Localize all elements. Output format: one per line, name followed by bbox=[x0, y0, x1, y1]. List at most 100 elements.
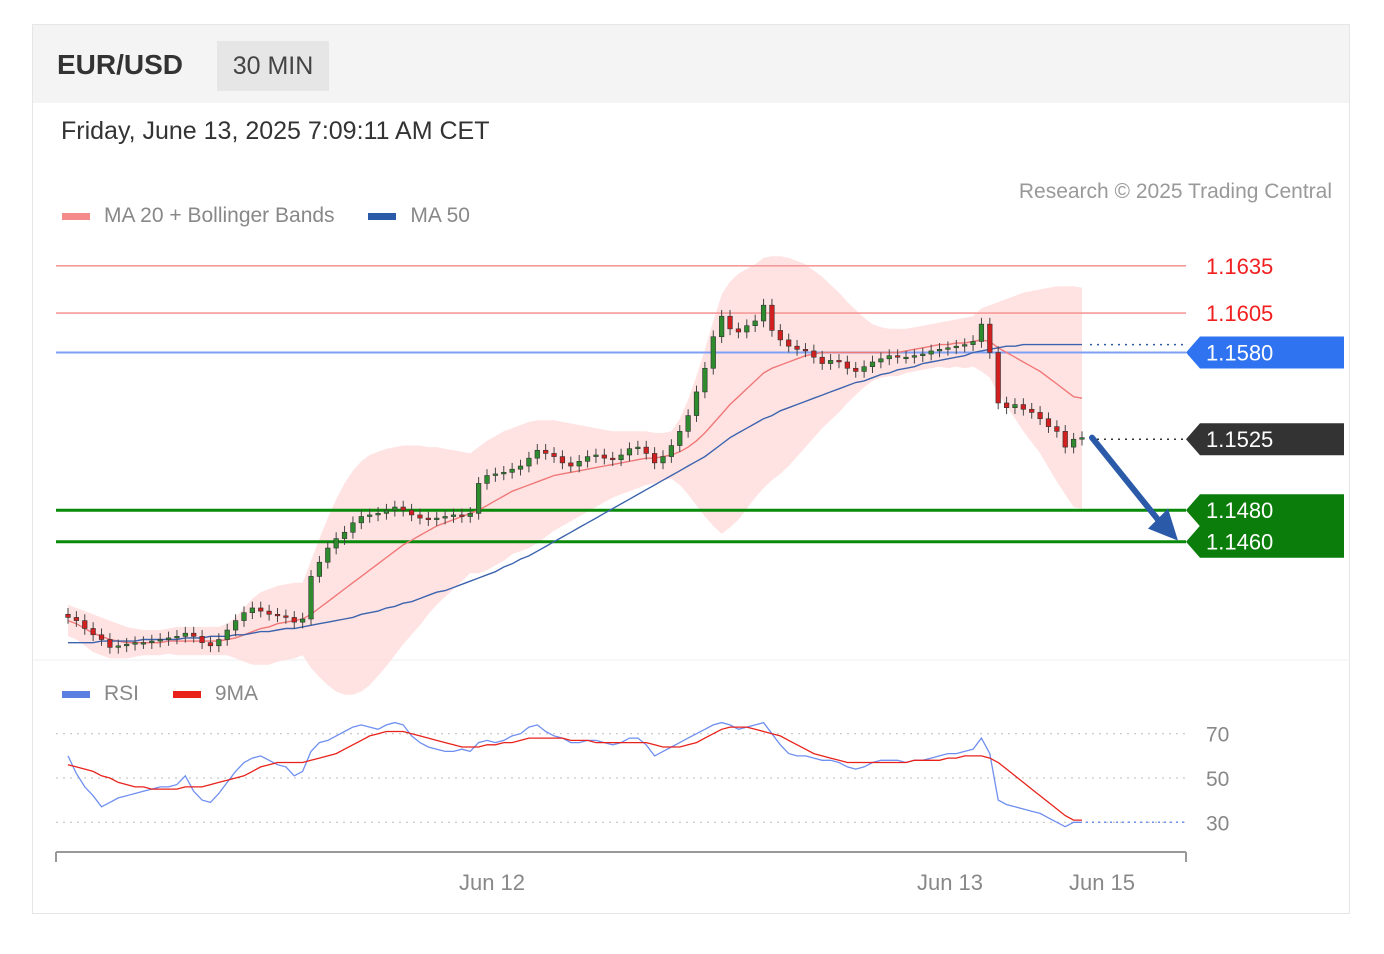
candle-body bbox=[534, 449, 540, 459]
candle-body bbox=[844, 361, 850, 369]
candle-body bbox=[1037, 412, 1043, 420]
candle-body bbox=[492, 473, 498, 476]
candle-body bbox=[266, 610, 272, 615]
candle-body bbox=[601, 454, 607, 459]
candle-body bbox=[375, 513, 381, 516]
candle-body bbox=[434, 517, 440, 520]
candle-body bbox=[442, 516, 448, 519]
rsi-tick-70: 70 bbox=[1206, 724, 1229, 747]
candle-body bbox=[124, 643, 130, 647]
candle-body bbox=[1020, 404, 1026, 410]
candle-body bbox=[610, 457, 616, 461]
candle-body bbox=[878, 358, 884, 363]
candle-body bbox=[693, 391, 700, 416]
candle-body bbox=[517, 465, 524, 470]
candle-body bbox=[752, 320, 758, 326]
candle-body bbox=[1071, 438, 1077, 448]
candle-body bbox=[358, 516, 364, 524]
candle-body bbox=[140, 642, 147, 645]
level-label-1-1460: 1.1460 bbox=[1206, 530, 1273, 555]
level-label-1-1605: 1.1605 bbox=[1206, 301, 1273, 326]
candle-body bbox=[861, 366, 867, 372]
candle-body bbox=[584, 456, 591, 462]
chart-svg: 1.1635 1.1605 1.1580 1.1525 1.1480 1.1460 70 5… bbox=[33, 254, 1350, 895]
candle-body bbox=[115, 645, 121, 648]
candle-body bbox=[367, 514, 373, 517]
candle-body bbox=[1012, 404, 1018, 408]
candle-body bbox=[962, 344, 968, 347]
candle-body bbox=[786, 339, 792, 347]
candle-body bbox=[576, 461, 582, 467]
candle-body bbox=[1062, 431, 1068, 448]
bollinger-band-area bbox=[68, 256, 1082, 695]
candle-body bbox=[300, 618, 306, 623]
candle-body bbox=[895, 355, 901, 358]
candle-body bbox=[325, 547, 331, 563]
candle-body bbox=[1029, 408, 1035, 413]
candle-body bbox=[660, 456, 666, 464]
candle-body bbox=[232, 620, 239, 631]
candle-body bbox=[216, 639, 222, 647]
candle-body bbox=[157, 639, 163, 642]
candle-body bbox=[450, 514, 457, 517]
candle-body bbox=[132, 642, 138, 645]
candle-body bbox=[207, 642, 214, 647]
candle-body bbox=[827, 360, 834, 364]
candle-body bbox=[1054, 426, 1060, 432]
time-label-jun-15: Jun 15 bbox=[1069, 870, 1135, 895]
candle-body bbox=[484, 475, 490, 484]
candle-body bbox=[635, 446, 641, 449]
candle-body bbox=[777, 330, 783, 341]
projection-arrow bbox=[1089, 434, 1178, 541]
candle-body bbox=[760, 304, 767, 322]
candle-body bbox=[65, 613, 71, 618]
candle-body bbox=[283, 615, 289, 618]
candle-body bbox=[149, 640, 155, 643]
candle-body bbox=[425, 517, 431, 520]
candle-body bbox=[853, 367, 859, 372]
candle-body bbox=[224, 629, 230, 640]
candle-body bbox=[869, 361, 876, 367]
candle-body bbox=[241, 612, 247, 621]
candle-body bbox=[559, 456, 566, 464]
candle-body bbox=[802, 349, 809, 352]
candle-body bbox=[392, 506, 398, 511]
candle-body bbox=[383, 509, 390, 514]
candle-body bbox=[459, 514, 465, 517]
candle-body bbox=[911, 355, 918, 358]
candle-body bbox=[316, 561, 323, 577]
candle-body bbox=[920, 353, 926, 356]
candle-body bbox=[291, 617, 297, 623]
candle-body bbox=[417, 514, 423, 519]
candle-body bbox=[1045, 418, 1052, 427]
candle-body bbox=[702, 367, 708, 393]
rsi-panel: 70 50 30 bbox=[56, 721, 1229, 835]
candle-body bbox=[1003, 402, 1010, 408]
candle-body bbox=[995, 352, 1001, 404]
candle-body bbox=[333, 538, 339, 549]
rsi-line bbox=[67, 721, 1082, 828]
candle-body bbox=[819, 356, 825, 364]
candle-body bbox=[945, 347, 951, 350]
level-label-1-1480: 1.1480 bbox=[1206, 498, 1273, 523]
candle-body bbox=[509, 468, 515, 473]
candle bbox=[710, 330, 716, 375]
candle-body bbox=[165, 637, 172, 640]
candle-body bbox=[903, 356, 909, 360]
candle-body bbox=[258, 607, 264, 612]
candle-body bbox=[90, 628, 96, 636]
level-label-1-1580: 1.1580 bbox=[1206, 341, 1273, 366]
rsi-tick-30: 30 bbox=[1206, 812, 1229, 835]
candle-body bbox=[643, 446, 649, 454]
candle-body bbox=[626, 448, 633, 456]
candle bbox=[987, 317, 993, 359]
candle-body bbox=[652, 453, 658, 464]
candle-body bbox=[467, 513, 473, 517]
time-label-jun-12: Jun 12 bbox=[459, 870, 525, 895]
candle-body bbox=[953, 345, 959, 349]
candle-body bbox=[350, 522, 356, 533]
candle-body bbox=[769, 304, 775, 331]
candle-body bbox=[107, 639, 113, 648]
candle-body bbox=[199, 636, 205, 643]
rsi-9ma-line bbox=[67, 726, 1082, 821]
